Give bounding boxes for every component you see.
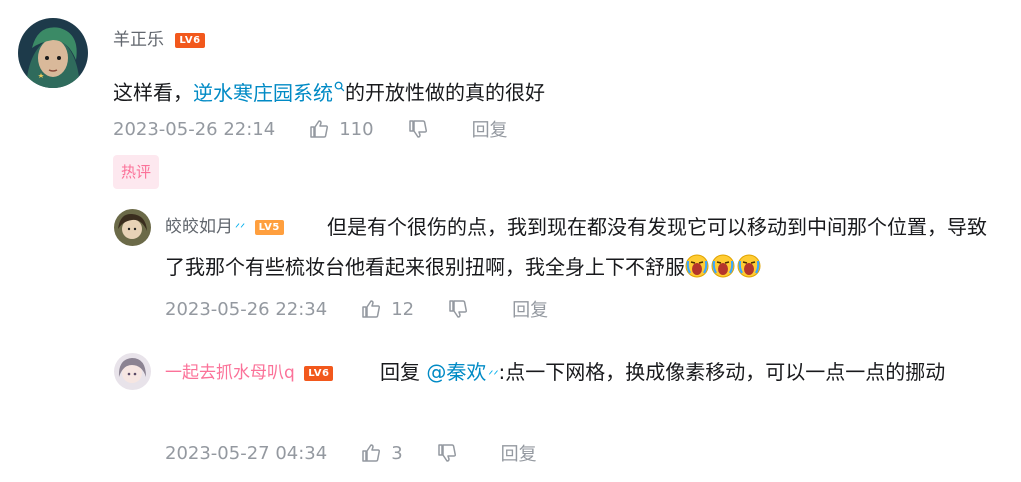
reply-text: :点一下网格，换成像素移动，可以一点一点的挪动 — [498, 360, 946, 384]
thumbs-down-icon — [437, 444, 456, 462]
like-count: 12 — [391, 298, 415, 320]
reply-button[interactable]: 回复 — [472, 116, 508, 142]
emoji-row — [685, 254, 763, 279]
search-link-text[interactable]: 逆水寒庄园系统 — [193, 81, 333, 105]
comment-content: 这样看，逆水寒庄园系统 的开放性做的真的很好 — [113, 68, 545, 113]
avatar[interactable] — [114, 353, 151, 390]
crying-emoji-icon — [737, 254, 761, 278]
like-button[interactable]: 3 — [361, 442, 403, 464]
like-button[interactable]: 110 — [309, 118, 374, 140]
crying-emoji-icon — [711, 254, 735, 278]
dislike-button[interactable] — [437, 443, 467, 463]
timestamp: 2023-05-26 22:14 — [113, 118, 276, 140]
content-text: 的开放性做的真的很好 — [345, 80, 545, 105]
avatar-image — [18, 18, 88, 88]
thumbs-down-icon — [449, 300, 468, 318]
reply-button[interactable]: 回复 — [512, 296, 548, 322]
like-count: 110 — [339, 118, 374, 140]
thumbs-up-icon — [362, 444, 381, 462]
avatar[interactable] — [114, 209, 151, 246]
timestamp: 2023-05-27 04:34 — [165, 442, 328, 464]
dislike-button[interactable] — [448, 299, 478, 319]
reply-meta: 2023-05-26 22:34 12 回复 — [165, 296, 548, 322]
reply-button[interactable]: 回复 — [501, 440, 537, 466]
avatar[interactable] — [18, 18, 88, 88]
thumbs-down-icon — [408, 120, 427, 138]
comment-username[interactable]: 羊正乐 LV6 — [113, 30, 205, 50]
timestamp: 2023-05-26 22:34 — [165, 298, 328, 320]
crying-emoji-icon — [685, 254, 709, 278]
like-count: 3 — [391, 442, 403, 464]
thumbs-up-icon — [310, 120, 329, 138]
reply-content: 但是有个很伤的点，我到现在都没有发现它可以移动到中间那个位置，导致了我那个有些梳… — [165, 207, 995, 287]
reply-text: 但是有个很伤的点，我到现在都没有发现它可以移动到中间那个位置，导致了我那个有些梳… — [165, 215, 987, 279]
thumbs-up-icon — [362, 300, 381, 318]
verified-icon: ᐟᐟ — [488, 368, 499, 382]
content-text: 这样看， — [113, 80, 193, 105]
level-badge: LV6 — [175, 32, 205, 48]
like-button[interactable]: 12 — [361, 299, 414, 320]
search-link[interactable]: 逆水寒庄园系统 — [193, 81, 345, 105]
reply-prefix: 回复 — [380, 360, 427, 384]
avatar-image — [114, 353, 151, 390]
hot-comment-tag: 热评 — [113, 155, 160, 189]
reply-meta: 2023-05-27 04:34 3 回复 — [165, 440, 537, 466]
reply-content: 回复 @秦欢 ᐟᐟ:点一下网格，换成像素移动，可以一点一点的挪动 — [165, 352, 995, 395]
avatar-image — [114, 209, 151, 246]
search-icon — [334, 68, 345, 108]
mention-link[interactable]: @秦欢 — [426, 360, 486, 384]
dislike-button[interactable] — [408, 119, 438, 139]
username-text[interactable]: 羊正乐 — [113, 30, 164, 50]
comment-meta: 2023-05-26 22:14 110 回复 — [113, 116, 508, 142]
